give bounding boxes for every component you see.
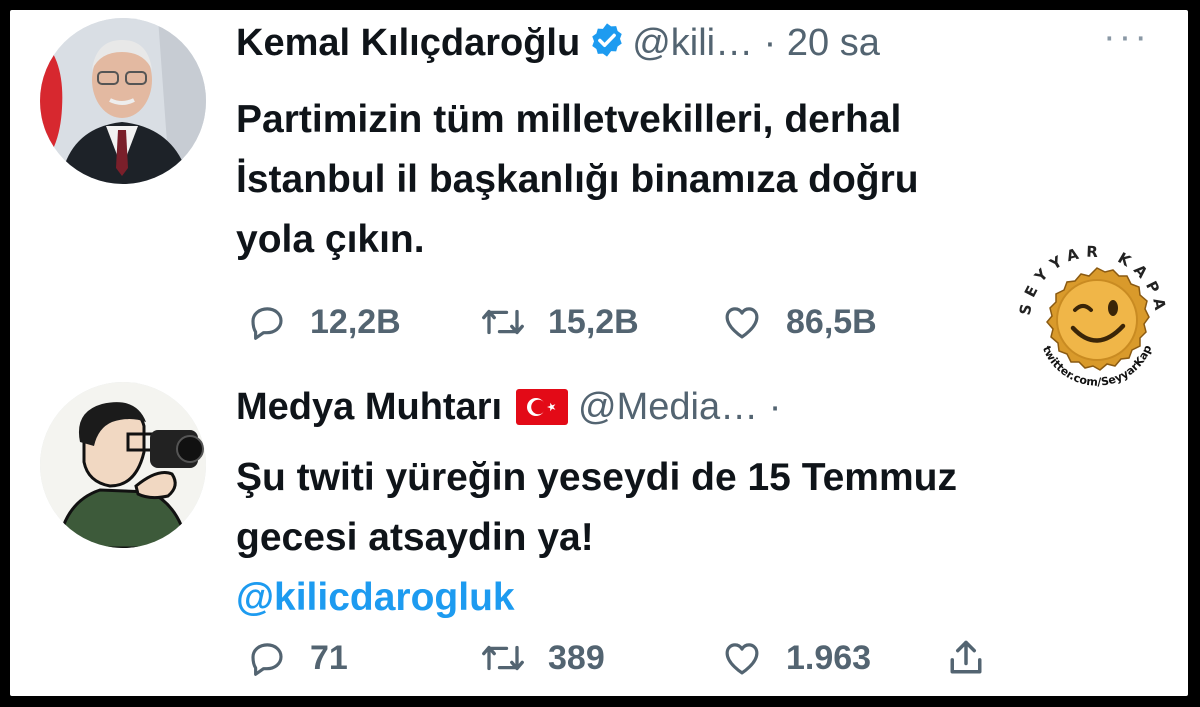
tweet-medya-muhtari[interactable]: Medya Muhtarı @Media… · Şu twiti yüreğin … xyxy=(10,370,1188,696)
tweet-header: Medya Muhtarı @Media… · xyxy=(236,384,781,436)
retweet-icon xyxy=(482,645,524,671)
handle[interactable]: @Media… xyxy=(578,386,758,428)
retweet-button[interactable]: 389 xyxy=(480,636,605,680)
verified-badge-icon xyxy=(588,21,626,70)
reply-count: 71 xyxy=(310,638,348,677)
avatar-kilicdaroglu[interactable] xyxy=(40,18,206,184)
like-button[interactable]: 1.963 xyxy=(720,636,871,680)
tweet-text-line: Şu twiti yüreğin yeseydi de 15 Temmuz xyxy=(236,456,957,499)
more-icon[interactable]: ··· xyxy=(1103,16,1150,59)
reply-icon xyxy=(251,307,283,340)
timestamp[interactable]: 20 sa xyxy=(787,22,880,64)
reply-count: 12,2B xyxy=(310,302,401,341)
share-button[interactable] xyxy=(944,636,988,680)
reply-button[interactable]: 71 xyxy=(246,636,348,680)
seyyar-kapakci-watermark: SEYYAR KAPAKÇI twitter.com/SeyyarKapakci xyxy=(993,214,1184,410)
mention-link[interactable]: @kilicdarogluk xyxy=(236,568,1116,628)
retweet-button[interactable]: 15,2B xyxy=(480,300,639,344)
tweet-text-line: yola çıkın. xyxy=(236,218,425,261)
screenshot-frame: Kemal Kılıçdaroğlu @kili… · 20 sa ··· Par… xyxy=(10,10,1188,696)
like-count: 86,5B xyxy=(786,302,877,341)
reply-icon xyxy=(251,643,283,676)
handle[interactable]: @kili… xyxy=(632,22,753,64)
turkey-flag-icon xyxy=(516,389,569,436)
retweet-count: 389 xyxy=(548,638,605,677)
retweet-count: 15,2B xyxy=(548,302,639,341)
tweet-text-line: gecesi atsaydin ya! xyxy=(236,516,594,559)
retweet-icon xyxy=(482,309,524,335)
separator-dot: · xyxy=(763,22,777,64)
avatar-medya-muhtari[interactable] xyxy=(40,382,206,548)
like-icon xyxy=(725,643,759,675)
tweet-text-line: İstanbul il başkanlığı binamıza doğru xyxy=(236,158,919,201)
separator-dot: · xyxy=(768,386,782,428)
reply-button[interactable]: 12,2B xyxy=(246,300,401,344)
display-name[interactable]: Medya Muhtarı xyxy=(236,386,502,428)
tweet-text: Şu twiti yüreğin yeseydi de 15 Temmuz ge… xyxy=(236,448,1116,628)
tweet-text-line: Partimizin tüm milletvekilleri, derhal xyxy=(236,98,902,141)
like-button[interactable]: 86,5B xyxy=(720,300,877,344)
tweet-header: Kemal Kılıçdaroğlu @kili… · 20 sa xyxy=(236,20,880,70)
like-icon xyxy=(725,307,759,339)
display-name[interactable]: Kemal Kılıçdaroğlu xyxy=(236,22,580,64)
like-count: 1.963 xyxy=(786,638,872,677)
share-icon xyxy=(950,640,982,674)
tweet-text: Partimizin tüm milletvekilleri, derhal İ… xyxy=(236,90,1116,270)
